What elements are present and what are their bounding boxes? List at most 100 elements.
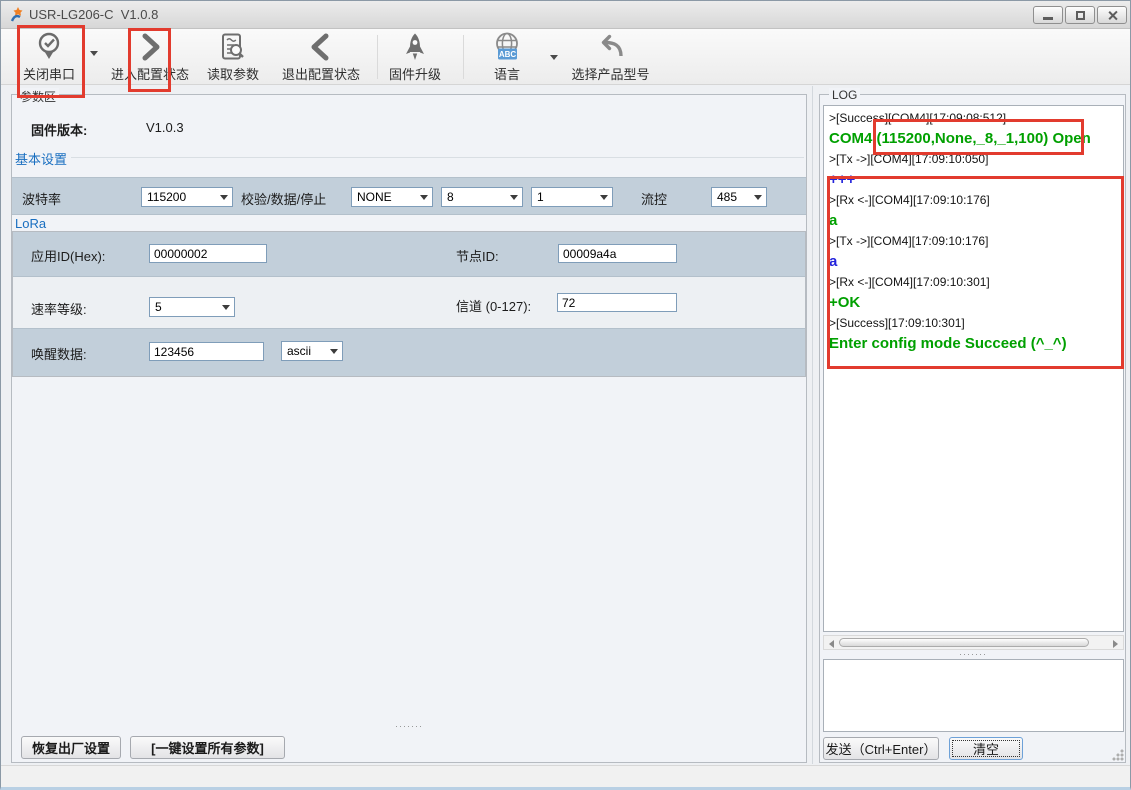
exit-config-label: 退出配置状态 <box>282 64 360 83</box>
close-serial-button[interactable]: 关闭串口 <box>13 31 85 83</box>
log-entry: +OK <box>829 292 1118 314</box>
parity-data-stop-label: 校验/数据/停止 <box>241 189 326 208</box>
baud-select[interactable]: 115200 <box>141 187 233 207</box>
globe-icon: ABC <box>489 31 525 63</box>
scroll-right-arrow-icon[interactable] <box>1113 640 1118 648</box>
resize-grip[interactable] <box>1112 749 1124 761</box>
wake-format-select[interactable]: ascii <box>281 341 343 361</box>
stopbits-value: 1 <box>537 190 544 204</box>
log-entry: +++ <box>829 169 1118 191</box>
flow-control-select[interactable]: 485 <box>711 187 767 207</box>
clear-button[interactable]: 清空 <box>949 737 1023 760</box>
parity-value: NONE <box>357 190 392 204</box>
firmware-version-value: V1.0.3 <box>146 120 184 135</box>
chevron-down-icon <box>754 195 762 200</box>
chevron-down-icon <box>510 195 518 200</box>
restore-factory-button[interactable]: 恢复出厂设置 <box>21 736 121 759</box>
app-id-field[interactable] <box>149 244 267 263</box>
firmware-version-label: 固件版本: <box>31 120 87 139</box>
chevron-down-icon <box>220 195 228 200</box>
maximize-icon <box>1076 11 1085 20</box>
send-button[interactable]: 发送（Ctrl+Enter） <box>823 737 939 760</box>
status-bar <box>1 765 1130 788</box>
language-label: 语言 <box>494 64 520 83</box>
chevron-down-icon <box>330 349 338 354</box>
select-model-button[interactable]: 选择产品型号 <box>563 31 658 83</box>
window-title: USR-LG206-C V1.0.8 <box>29 7 158 22</box>
databits-value: 8 <box>447 190 454 204</box>
flow-control-value: 485 <box>717 190 737 204</box>
title-bar: USR-LG206-C V1.0.8 <box>1 1 1130 29</box>
wake-data-label: 唤醒数据: <box>31 344 87 363</box>
rocket-icon <box>402 31 428 63</box>
chevron-down-icon <box>600 195 608 200</box>
log-entry: >[Success][COM4][17:09:08:512] <box>829 109 1118 128</box>
wake-data-field[interactable] <box>149 342 264 361</box>
log-splitter-handle[interactable]: ······· <box>913 649 1033 659</box>
firmware-upgrade-label: 固件升级 <box>389 64 441 83</box>
toolbar-separator <box>377 35 378 79</box>
rate-level-value: 5 <box>155 300 162 314</box>
minimize-button[interactable] <box>1033 6 1063 24</box>
app-id-label: 应用ID(Hex): <box>31 246 105 265</box>
minimize-icon <box>1043 17 1053 20</box>
log-entry: >[Success][17:09:10:301] <box>829 314 1118 333</box>
doc-search-icon <box>218 31 248 63</box>
log-entry: Enter config mode Succeed (^_^) <box>829 333 1118 355</box>
maximize-button[interactable] <box>1065 6 1095 24</box>
lora-row-wake <box>13 328 805 376</box>
enter-config-label: 进入配置状态 <box>111 64 189 83</box>
flow-control-label: 流控 <box>641 189 667 208</box>
parity-select[interactable]: NONE <box>351 187 433 207</box>
left-splitter-handle[interactable]: ······· <box>369 721 449 731</box>
lora-row-ids <box>13 232 805 277</box>
pin-check-icon <box>35 31 63 63</box>
channel-label: 信道 (0-127): <box>456 296 531 315</box>
log-entry: a <box>829 251 1118 273</box>
chevron-down-icon <box>222 305 230 310</box>
chevron-right-icon <box>136 31 164 63</box>
node-id-field[interactable] <box>558 244 677 263</box>
read-params-label: 读取参数 <box>207 64 259 83</box>
language-badge: ABC <box>499 50 517 59</box>
enter-config-button[interactable]: 进入配置状态 <box>105 31 195 83</box>
scroll-left-arrow-icon[interactable] <box>829 640 834 648</box>
send-input[interactable] <box>823 659 1124 732</box>
stopbits-select[interactable]: 1 <box>531 187 613 207</box>
baud-label: 波特率 <box>22 189 61 208</box>
language-button[interactable]: ABC 语言 <box>479 31 535 83</box>
set-all-params-button[interactable]: [一键设置所有参数] <box>130 736 285 759</box>
log-horizontal-scrollbar[interactable] <box>823 635 1124 650</box>
back-arrow-icon <box>594 31 628 63</box>
app-logo-icon <box>9 6 26 23</box>
language-dropdown-caret[interactable] <box>550 55 558 60</box>
close-button[interactable] <box>1097 6 1127 24</box>
panel-splitter[interactable] <box>812 86 813 764</box>
log-panel-title: LOG <box>829 88 860 102</box>
rate-level-label: 速率等级: <box>31 299 87 318</box>
close-icon <box>1107 10 1118 21</box>
channel-field[interactable] <box>557 293 677 312</box>
log-entry: >[Tx ->][COM4][17:09:10:050] <box>829 150 1118 169</box>
chevron-down-icon <box>420 195 428 200</box>
log-output[interactable]: >[Success][COM4][17:09:08:512] COM4 (115… <box>823 105 1124 632</box>
toolbar: 关闭串口 进入配置状态 读取参数 <box>1 29 1130 85</box>
databits-select[interactable]: 8 <box>441 187 523 207</box>
log-entry: >[Rx <-][COM4][17:09:10:176] <box>829 191 1118 210</box>
section-divider <box>71 157 804 158</box>
serial-dropdown-caret[interactable] <box>90 51 98 56</box>
firmware-upgrade-button[interactable]: 固件升级 <box>385 31 445 83</box>
close-serial-label: 关闭串口 <box>23 64 75 83</box>
scrollbar-thumb[interactable] <box>839 638 1089 647</box>
log-entry: >[Tx ->][COM4][17:09:10:176] <box>829 232 1118 251</box>
read-params-button[interactable]: 读取参数 <box>201 31 265 83</box>
chevron-left-icon <box>307 31 335 63</box>
wake-format-value: ascii <box>287 344 311 358</box>
toolbar-separator <box>463 35 464 79</box>
lora-section-label: LoRa <box>15 216 46 231</box>
baud-value: 115200 <box>147 190 186 204</box>
exit-config-button[interactable]: 退出配置状态 <box>271 31 371 83</box>
app-window: USR-LG206-C V1.0.8 关闭串口 进入配置状态 <box>0 0 1131 790</box>
rate-level-select[interactable]: 5 <box>149 297 235 317</box>
log-entry: COM4 (115200,None,_8,_1,100) Open <box>829 128 1118 150</box>
